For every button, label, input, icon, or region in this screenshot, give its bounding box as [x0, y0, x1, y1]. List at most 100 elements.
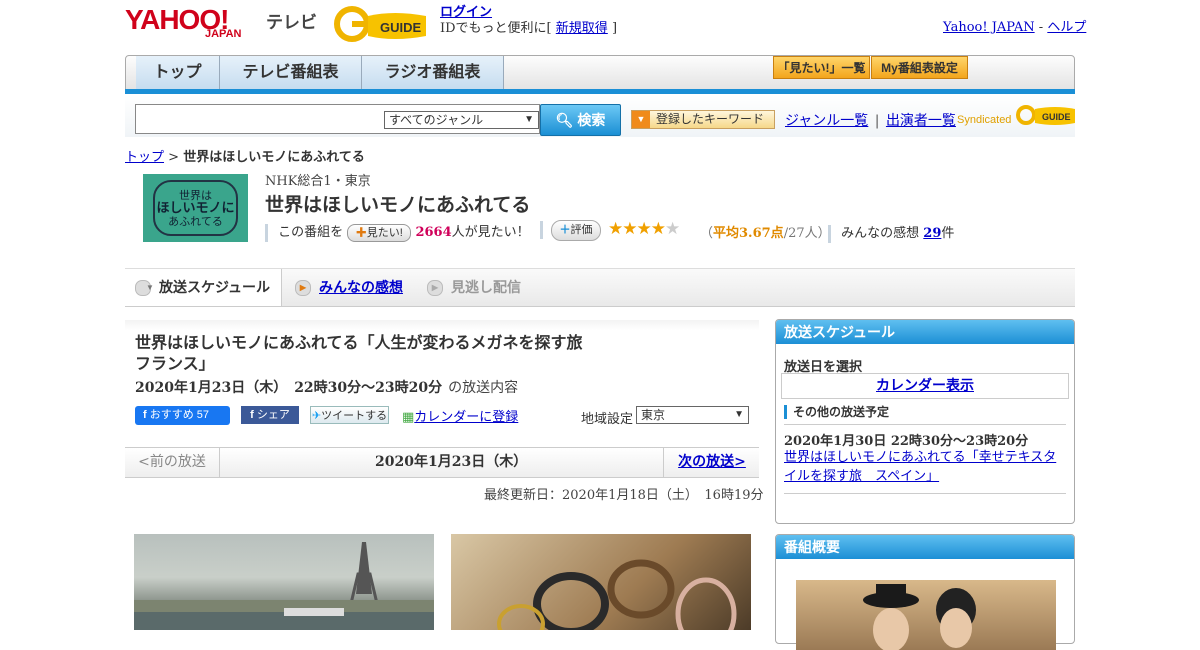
genre-select[interactable]: すべてのジャンル ▼ [384, 111, 539, 129]
calendar-display-button[interactable]: カレンダー表示 [781, 373, 1069, 399]
rating-stars: ★★★★★ [608, 219, 680, 239]
tweet-label: ツイートする [321, 410, 388, 422]
nav-tab-tv[interactable]: テレビ番組表 [220, 56, 362, 90]
glasses-illustration [497, 559, 737, 630]
login-sub-close: ] [611, 21, 618, 36]
syndicated-gguide-logo: Syndicated GUIDE [957, 104, 1077, 126]
facebook-recommend-label: おすすめ 57 [149, 409, 210, 421]
breadcrumb-current: 世界はほしいモノにあふれてる [183, 150, 365, 165]
impressions-count: みんなの感想 29件 [828, 222, 954, 243]
mitai-button-label: 見たい! [366, 226, 403, 239]
sidebar-schedule-header: 放送スケジュール [776, 320, 1074, 344]
calendar-display-link[interactable]: カレンダー表示 [876, 378, 974, 394]
yahoo-japan-link[interactable]: Yahoo! JAPAN [943, 20, 1035, 35]
chevron-down-icon: ▼ [135, 280, 154, 297]
program-tabs: ▼ 放送スケジュール ▶ みんなの感想 ▶ 見逃し配信 [125, 268, 1075, 307]
divider [784, 493, 1066, 494]
gguide-logo[interactable]: GUIDE [334, 6, 434, 42]
other-broadcast-title-link[interactable]: 世界はほしいモノにあふれてる「幸せテキスタイルを探す旅 スペイン」 [784, 450, 1056, 484]
paris-illustration [134, 542, 434, 630]
rate-button-label: 評価 [570, 224, 593, 236]
login-link[interactable]: ログイン [440, 5, 492, 20]
facebook-recommend-button[interactable]: f おすすめ 57 [135, 406, 230, 425]
episode-pager: <前の放送 2020年1月23日（木） 次の放送> [125, 447, 759, 478]
keyword-button-label: 登録したキーワード [656, 112, 765, 126]
header-separator: - [1038, 20, 1044, 35]
play-icon: ▶ [427, 280, 443, 297]
tab-impressions-label: みんなの感想 [319, 279, 403, 295]
region-select[interactable]: 東京 ▼ [636, 406, 749, 424]
plus-icon: ＋ [559, 224, 571, 236]
program-thumbnail: 世界は ほしいモノに あふれてる [143, 174, 248, 242]
episode-title: 世界はほしいモノにあふれてる「人生が変わるメガネを探す旅 フランス」 [135, 333, 599, 373]
divider-bar [540, 221, 543, 239]
tweet-button[interactable]: ✈ツイートする [310, 406, 389, 424]
search-button-label: 検索 [577, 112, 606, 128]
rating-average: （平均3.67点/27人） [700, 222, 831, 241]
mitai-count: 2664 [415, 225, 452, 240]
tab-streaming[interactable]: ▶ 見逃し配信 [427, 269, 521, 305]
next-episode-link[interactable]: 次の放送> [678, 454, 746, 470]
other-broadcast-link: 世界はほしいモノにあふれてる「幸せテキスタイルを探す旅 スペイン」 [784, 448, 1069, 486]
impressions-unit: 件 [941, 226, 955, 241]
other-broadcasts-label: その他の放送予定 [784, 405, 889, 419]
svg-text:GUIDE: GUIDE [380, 20, 422, 35]
star-icon-half: ★ [650, 219, 666, 239]
divider-bar [265, 223, 268, 242]
facebook-icon: f [143, 409, 147, 421]
avg-value: 平均3.67点 [713, 226, 784, 241]
play-icon: ▶ [295, 280, 311, 297]
facebook-icon: f [250, 409, 254, 421]
channel-name: NHK総合1・東京 [265, 174, 371, 189]
genre-list-link[interactable]: ジャンル一覧 [785, 113, 868, 129]
chevron-down-icon: ▼ [632, 111, 650, 128]
watch-pre-text: この番組を [278, 225, 344, 240]
next-episode-button[interactable]: 次の放送> [663, 448, 760, 477]
login-block: ログイン IDでもっと便利に[ 新規取得 ] [440, 5, 617, 37]
last-updated: 最終更新日：2020年1月18日（土） 16時19分 [484, 488, 764, 503]
episode-date: 2020年1月23日（木） 22時30分～23時20分 の放送内容 [135, 377, 518, 397]
impressions-count-link[interactable]: 29 [923, 226, 941, 241]
calendar-register-link[interactable]: カレンダーに登録 [414, 410, 518, 425]
mitai-list-button[interactable]: 「見たい!」一覧 [773, 56, 870, 79]
help-link[interactable]: ヘルプ [1047, 20, 1086, 35]
facebook-share-button[interactable]: f シェア [241, 406, 299, 424]
syndicated-label: Syndicated [957, 114, 1012, 126]
divider-bar [828, 224, 831, 243]
twitter-bird-icon: ✈ [311, 410, 322, 422]
calendar-register[interactable]: ▦カレンダーに登録 [402, 406, 518, 425]
search-button[interactable]: 🔍︎ 検索 [540, 104, 621, 136]
svg-text:GUIDE: GUIDE [1042, 112, 1071, 122]
tab-schedule[interactable]: ▼ 放送スケジュール [125, 269, 282, 306]
genre-select-value: すべてのジャンル [389, 113, 484, 127]
episode-photo-paris [134, 534, 434, 630]
mitai-button[interactable]: ✚見たい! [347, 223, 412, 242]
breadcrumb-sep: > [168, 150, 180, 165]
tab-impressions[interactable]: ▶ みんなの感想 [295, 269, 403, 305]
rate-button[interactable]: ＋評価 [551, 220, 601, 241]
links-divider: | [874, 113, 880, 129]
plus-icon: ✚ [355, 226, 367, 239]
dropdown-arrow-icon: ▼ [734, 409, 744, 420]
hosts-illustration [863, 584, 976, 650]
other-broadcast-date: 2020年1月30日 22時30分～23時20分 [784, 434, 1029, 449]
tv-logo-label[interactable]: テレビ [266, 8, 317, 33]
nav-tab-radio[interactable]: ラジオ番組表 [362, 56, 504, 90]
cast-list-link[interactable]: 出演者一覧 [886, 113, 956, 129]
mitai-row: この番組を ✚見たい! 2664人が見たい！ [265, 221, 530, 242]
avg-open: （ [700, 226, 714, 241]
registered-keyword-button[interactable]: ▼ 登録したキーワード [631, 110, 775, 129]
nav-divider [125, 89, 1075, 94]
pager-date: 2020年1月23日（木） [375, 454, 528, 470]
login-sub-text: IDでもっと便利に[ [440, 21, 552, 36]
register-link[interactable]: 新規取得 [556, 21, 608, 36]
sidebar-overview: 番組概要 [775, 534, 1075, 650]
nav-tab-top[interactable]: トップ [136, 56, 220, 90]
my-bangumi-button[interactable]: My番組表設定 [871, 56, 968, 79]
breadcrumb-top[interactable]: トップ [125, 150, 164, 165]
search-icon: 🔍︎ [555, 112, 574, 128]
episode-date-text: 2020年1月23日（木） 22時30分～23時20分 [135, 380, 443, 396]
episode-photo-glasses [451, 534, 751, 630]
overview-photo [796, 580, 1056, 650]
prev-episode-button[interactable]: <前の放送 [125, 448, 220, 477]
